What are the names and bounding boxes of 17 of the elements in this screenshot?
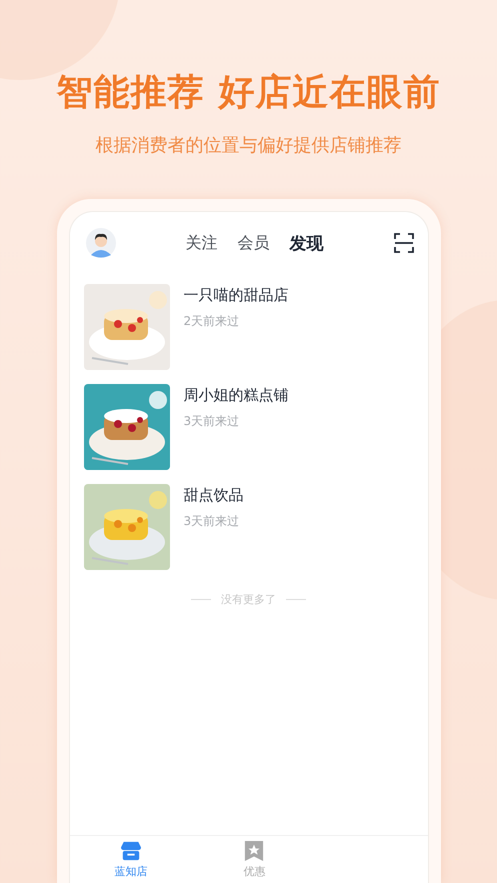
subtitle: 根据消费者的位置与偏好提供店铺推荐: [96, 134, 402, 157]
scan-icon[interactable]: [394, 233, 414, 253]
avatar-icon[interactable]: [86, 228, 116, 258]
shop-name[interactable]: 一只喵的甜品店: [184, 286, 288, 305]
tab[interactable]: 关注: [178, 232, 226, 254]
headline: 智能推荐 好店近在眼前: [56, 71, 440, 115]
tab[interactable]: 会员: [230, 232, 278, 254]
shop-icon: [121, 841, 142, 861]
visit-time: 3天前来过: [184, 413, 240, 430]
nav-tab[interactable]: 蓝知店: [70, 836, 193, 883]
visit-time: 2天前来过: [184, 313, 240, 330]
end-note: 没有更多了: [221, 592, 276, 607]
shop-name[interactable]: 甜点饮品: [184, 486, 244, 505]
tab[interactable]: 发现: [282, 232, 332, 254]
bookmark-star-icon: [244, 841, 264, 861]
shop-name[interactable]: 周小姐的糕点铺: [184, 386, 288, 405]
visit-time: 3天前来过: [184, 513, 240, 530]
